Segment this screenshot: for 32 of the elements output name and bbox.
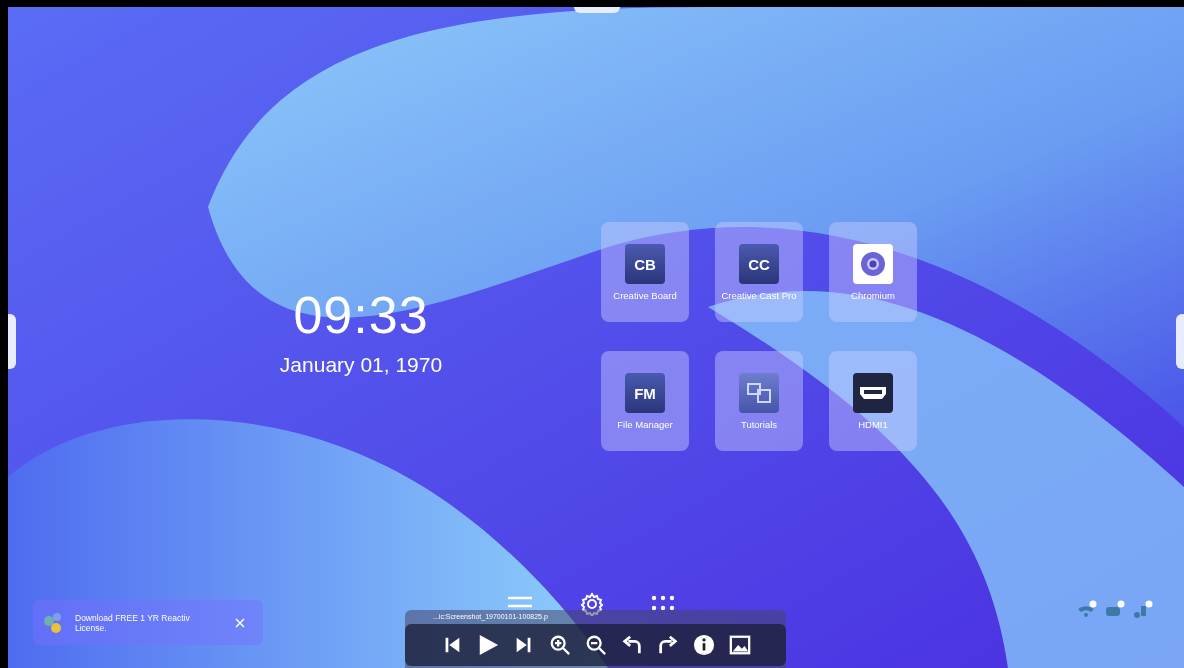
app-tile[interactable]: FM File Manager <box>601 351 689 451</box>
notification-text: Download FREE 1 YR Reactiv License. <box>75 612 191 633</box>
app-label: File Manager <box>616 419 674 430</box>
app-label: Tutorials <box>739 419 779 430</box>
tutorials-icon <box>739 373 779 413</box>
settings-icon[interactable] <box>580 592 604 616</box>
clock-time: 09:33 <box>293 285 429 345</box>
rotate-right-icon <box>656 634 679 656</box>
info-button[interactable] <box>691 633 716 657</box>
close-icon <box>235 617 245 628</box>
browser-icon <box>853 244 893 284</box>
app-icon: CB <box>625 244 665 284</box>
side-handle[interactable] <box>1176 314 1184 369</box>
app-label: Chromium <box>850 290 896 301</box>
app-icon: CC <box>739 244 779 284</box>
rotate-left-icon <box>620 634 643 656</box>
app-label: Creative Board <box>612 290 678 301</box>
zoom-out-icon <box>584 634 607 656</box>
image-button[interactable] <box>727 633 752 657</box>
side-handle[interactable] <box>8 314 16 369</box>
image-icon <box>728 634 751 656</box>
app-label: HDMI1 <box>857 419 889 430</box>
app-icon: FM <box>625 373 665 413</box>
hdmi-icon <box>853 373 893 413</box>
clock-date: January 01, 1970 <box>279 353 443 377</box>
app-label: Creative Cast Pro <box>720 290 798 301</box>
pull-down-handle[interactable] <box>574 7 620 13</box>
app-tile[interactable]: CB Creative Board <box>601 222 689 322</box>
wifi-icon <box>1076 600 1098 620</box>
zoom-in-icon <box>548 634 571 656</box>
info-icon <box>692 634 715 656</box>
app-tile[interactable]: CC Creative Cast Pro <box>715 222 803 322</box>
